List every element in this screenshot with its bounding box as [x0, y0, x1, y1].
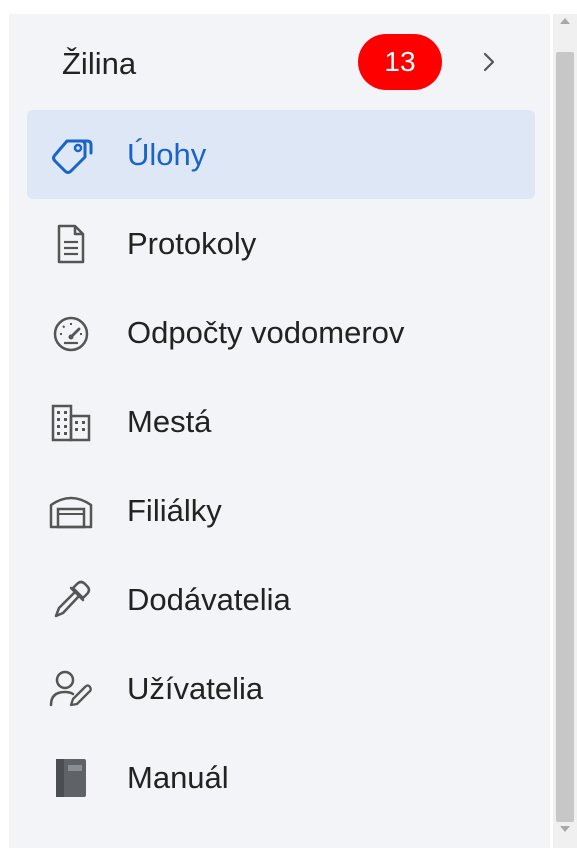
menu-item-mesta[interactable]: Mestá [27, 377, 535, 466]
menu-item-label: Manuál [127, 759, 229, 795]
scroll-up-arrow-icon[interactable] [560, 18, 570, 24]
menu-item-label: Mestá [127, 403, 212, 439]
city-selector[interactable]: Žilina 13 [9, 28, 550, 100]
menu-item-label: Dodávatelia [127, 581, 291, 617]
menu-item-manual[interactable]: Manuál [27, 733, 535, 822]
menu-item-label: Úlohy [127, 136, 207, 172]
menu-item-label: Filiálky [127, 492, 222, 528]
menu-item-ulohy[interactable]: Úlohy [27, 110, 535, 199]
menu-item-label: Protokoly [127, 225, 257, 261]
menu-item-label: Užívatelia [127, 670, 264, 706]
menu-item-uzivatelia[interactable]: Užívatelia [27, 644, 535, 733]
vertical-scrollbar[interactable] [553, 14, 577, 848]
eyedropper-icon [47, 576, 95, 624]
menu-item-filialky[interactable]: Filiálky [27, 466, 535, 555]
city-name: Žilina [62, 46, 137, 81]
sidebar-menu: Úlohy Protokoly Odpočty vodomerov Mestá … [27, 110, 535, 822]
book-icon [47, 754, 95, 802]
tag-icon [47, 131, 95, 179]
menu-item-odpocty-vodomerov[interactable]: Odpočty vodomerov [27, 288, 535, 377]
gauge-icon [47, 309, 95, 357]
garage-icon [47, 487, 95, 535]
scroll-down-arrow-icon[interactable] [560, 826, 570, 832]
document-icon [47, 220, 95, 268]
buildings-icon [47, 398, 95, 446]
chevron-right-icon[interactable] [475, 48, 503, 76]
notification-badge: 13 [358, 34, 442, 90]
menu-item-dodavatelia[interactable]: Dodávatelia [27, 555, 535, 644]
menu-item-label: Odpočty vodomerov [127, 314, 405, 350]
scrollbar-thumb[interactable] [556, 52, 574, 822]
user-edit-icon [47, 665, 95, 713]
menu-item-protokoly[interactable]: Protokoly [27, 199, 535, 288]
